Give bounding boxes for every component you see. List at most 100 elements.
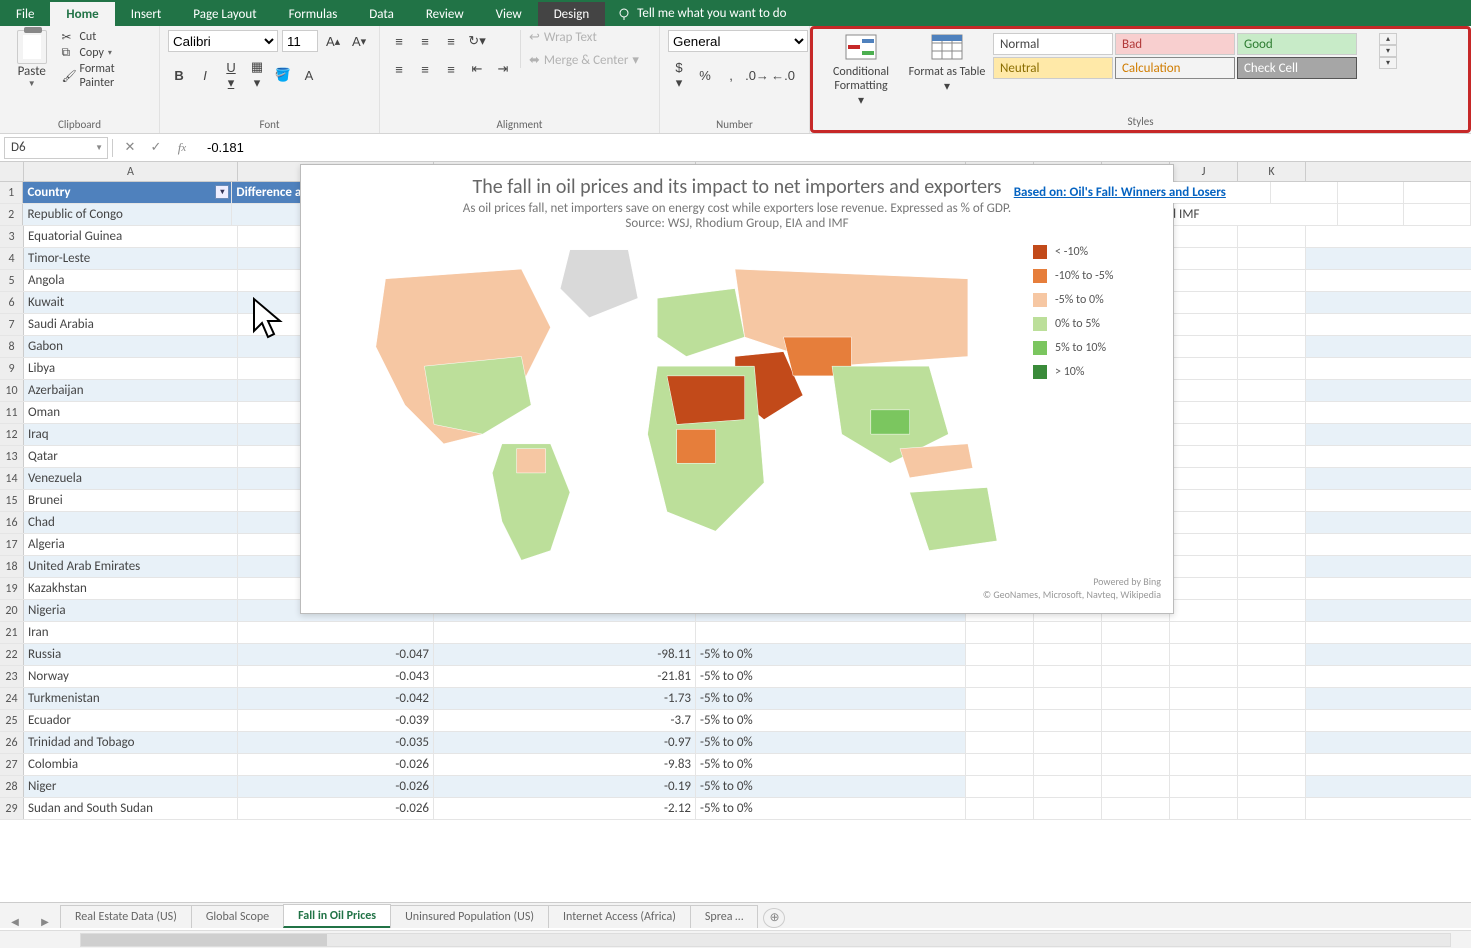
scrollbar-thumb[interactable] [81, 934, 327, 946]
menu-tab-page-layout[interactable]: Page Layout [177, 2, 272, 26]
cell[interactable]: -5% to 0% [696, 666, 966, 687]
row-header[interactable]: 28 [0, 776, 24, 797]
cell[interactable]: -0.026 [238, 776, 434, 797]
cell[interactable] [966, 732, 1034, 753]
cell[interactable] [1238, 578, 1306, 599]
row-header[interactable]: 12 [0, 424, 24, 445]
format-painter-button[interactable]: 🖌Format Painter [61, 62, 151, 90]
row-header[interactable]: 24 [0, 688, 24, 709]
cell[interactable] [1170, 534, 1238, 555]
style-good[interactable]: Good [1237, 33, 1357, 55]
decrease-font-button[interactable]: A▾ [348, 30, 370, 52]
cell[interactable] [1170, 622, 1238, 643]
align-middle-button[interactable]: ≡ [414, 30, 436, 52]
cell[interactable] [1034, 754, 1102, 775]
cell[interactable]: Libya [24, 358, 238, 379]
sheet-tab-nav[interactable]: ◀▶ [0, 915, 60, 928]
cell[interactable]: Qatar [24, 446, 238, 467]
cell[interactable] [1404, 204, 1471, 225]
sheet-tab[interactable]: Real Estate Data (US) [60, 905, 192, 928]
cell[interactable] [966, 754, 1034, 775]
italic-button[interactable]: I [194, 64, 216, 86]
cell[interactable] [1170, 490, 1238, 511]
cell[interactable] [1238, 314, 1306, 335]
cell[interactable] [1238, 358, 1306, 379]
enter-formula-button[interactable]: ✓ [143, 137, 169, 159]
cell[interactable]: Nigeria [24, 600, 238, 621]
cell[interactable]: Oman [24, 402, 238, 423]
cell[interactable]: Sudan and South Sudan [24, 798, 238, 819]
name-box[interactable]: D6▼ [4, 137, 108, 159]
cell[interactable]: -5% to 0% [696, 710, 966, 731]
row-header[interactable]: 2 [0, 204, 23, 225]
cell[interactable]: Trinidad and Tobago [24, 732, 238, 753]
row-header[interactable]: 19 [0, 578, 24, 599]
cell[interactable] [1170, 292, 1238, 313]
row-header[interactable]: 16 [0, 512, 24, 533]
cell[interactable] [1238, 710, 1306, 731]
worksheet[interactable]: ADEFGHIJK 1Country▾Difference as a % of … [0, 162, 1471, 862]
fill-color-button[interactable]: 🪣 [272, 64, 294, 86]
cell[interactable]: -1.73 [434, 688, 696, 709]
align-center-button[interactable]: ≡ [414, 58, 436, 80]
cell[interactable] [238, 622, 434, 643]
menu-tab-view[interactable]: View [480, 2, 538, 26]
cell[interactable]: -0.047 [238, 644, 434, 665]
menu-tab-data[interactable]: Data [353, 2, 410, 26]
cell[interactable]: -21.81 [434, 666, 696, 687]
cell[interactable] [1238, 336, 1306, 357]
cell[interactable]: Niger [24, 776, 238, 797]
cell[interactable] [1170, 402, 1238, 423]
cell[interactable] [966, 666, 1034, 687]
row-header[interactable]: 3 [0, 226, 24, 247]
cell[interactable] [1102, 622, 1170, 643]
cell[interactable] [1102, 754, 1170, 775]
cell[interactable] [1238, 534, 1306, 555]
row-header[interactable]: 23 [0, 666, 24, 687]
row-header[interactable]: 17 [0, 534, 24, 555]
row-header[interactable]: 8 [0, 336, 24, 357]
paste-button[interactable]: Paste ▼ [8, 30, 55, 89]
cell[interactable] [1170, 732, 1238, 753]
cell[interactable]: Equatorial Guinea [24, 226, 238, 247]
add-sheet-button[interactable]: ⊕ [763, 908, 785, 928]
menu-tab-review[interactable]: Review [410, 2, 480, 26]
column-header-J[interactable]: J [1170, 162, 1238, 181]
cell[interactable]: Colombia [24, 754, 238, 775]
cell[interactable]: Republic of Congo [23, 204, 232, 225]
cell[interactable] [1238, 600, 1306, 621]
align-right-button[interactable]: ≡ [440, 58, 462, 80]
bold-button[interactable]: B [168, 64, 190, 86]
cell[interactable] [1034, 776, 1102, 797]
increase-indent-button[interactable]: ⇥ [492, 58, 514, 80]
style-calculation[interactable]: Calculation [1115, 57, 1235, 79]
cell[interactable]: -0.039 [238, 710, 434, 731]
cell[interactable]: Turkmenistan [24, 688, 238, 709]
horizontal-scrollbar[interactable] [0, 930, 1471, 948]
cell[interactable] [1170, 270, 1238, 291]
cell[interactable] [966, 798, 1034, 819]
increase-font-button[interactable]: A▴ [322, 30, 344, 52]
conditional-formatting-button[interactable]: Conditional Formatting ▾ [821, 33, 901, 108]
row-header[interactable]: 22 [0, 644, 24, 665]
cell[interactable] [966, 776, 1034, 797]
cell[interactable] [1034, 732, 1102, 753]
font-name-select[interactable]: Calibri [168, 30, 278, 52]
cell[interactable]: -0.042 [238, 688, 434, 709]
row-header[interactable]: 4 [0, 248, 24, 269]
cell[interactable] [1238, 402, 1306, 423]
row-header[interactable]: 5 [0, 270, 24, 291]
cell[interactable] [1034, 622, 1102, 643]
merge-center-button[interactable]: ⬌Merge & Center ▾ [529, 53, 639, 68]
cell[interactable] [1238, 446, 1306, 467]
cell[interactable] [1170, 314, 1238, 335]
row-header[interactable]: 11 [0, 402, 24, 423]
cell[interactable]: -5% to 0% [696, 776, 966, 797]
row-header[interactable]: 21 [0, 622, 24, 643]
cell[interactable] [1170, 754, 1238, 775]
menu-tab-home[interactable]: Home [50, 2, 114, 26]
cell[interactable] [1170, 578, 1238, 599]
cell[interactable]: Ecuador [24, 710, 238, 731]
percent-button[interactable]: % [694, 64, 716, 86]
cell[interactable] [1238, 226, 1306, 247]
